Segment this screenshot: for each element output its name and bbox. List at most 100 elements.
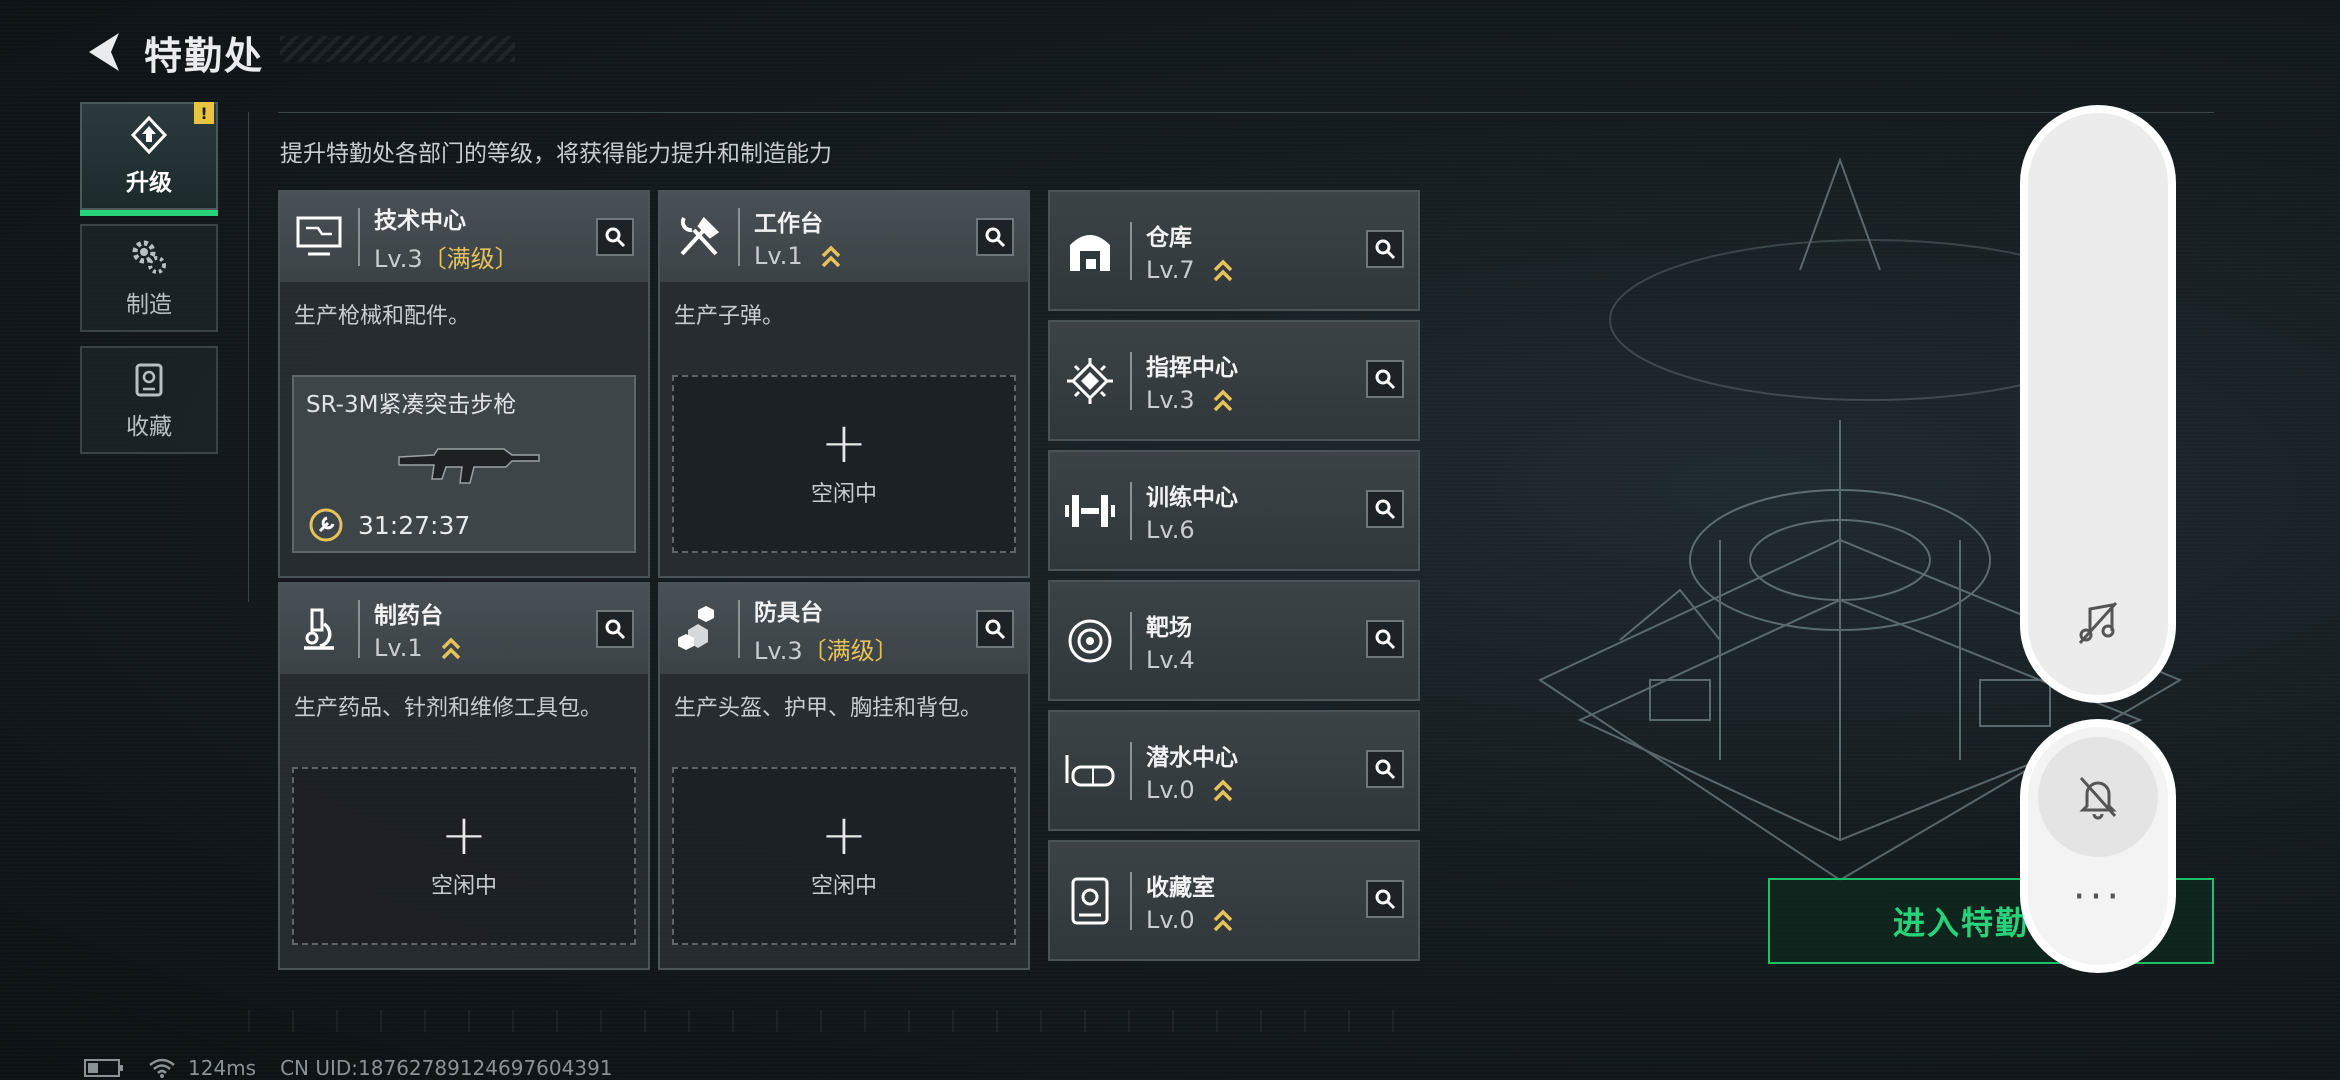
facility-card-shooting-range[interactable]: 靶场 Lv.4 [1048,580,1420,701]
facility-level: Lv.3 [754,636,803,665]
search-icon [1375,499,1396,520]
facility-name: 训练中心 [1146,484,1238,511]
facility-name: 收藏室 [1146,874,1215,901]
facility-level: Lv.6 [1146,515,1195,544]
crafting-timer: 31:27:37 [358,510,471,540]
facility-name: 潜水中心 [1146,744,1238,771]
search-icon [1375,889,1396,910]
inspect-button[interactable] [1366,620,1404,658]
wrench-timer-icon [309,508,343,542]
floating-panel-controls[interactable]: ··· [2028,727,2168,965]
facility-card-training-center[interactable]: 训练中心 Lv.6 [1048,450,1420,571]
upgrade-arrow-icon [1214,389,1233,411]
tab-craft[interactable]: 制造 [80,224,218,332]
rifle-image [398,448,540,484]
facility-level: Lv.1 [754,242,803,270]
max-level-tag: 〔满级〕 [802,636,899,665]
facility-card-tech-center[interactable]: 技术中心 Lv.3〔满级〕 生产枪械和配件。 SR-3M紧凑突击步枪 31:27… [278,190,650,578]
inspect-button[interactable] [596,218,634,256]
facility-card-diving-center[interactable]: 潜水中心 Lv.0 [1048,710,1420,831]
upgrade-arrow-icon [1214,259,1233,281]
search-icon [985,227,1006,248]
music-off-icon[interactable] [2074,599,2122,647]
facility-level: Lv.3 [1146,385,1195,414]
microscope-icon [304,608,334,650]
facility-name: 仓库 [1146,224,1192,251]
facility-level: Lv.7 [1146,255,1195,284]
back-button[interactable] [78,26,126,78]
upgrade-icon [130,115,168,155]
slot-status: 空闲中 [810,482,877,507]
upgrade-arrow-icon [1214,779,1233,801]
facility-name: 防具台 [754,599,823,626]
inspect-button[interactable] [976,218,1014,256]
add-icon: + [820,803,868,868]
cubes-icon [678,606,714,650]
collection-icon [135,363,163,397]
facility-name: 指挥中心 [1146,354,1238,381]
facility-description: 生产子弹。 [674,304,785,329]
inspect-button[interactable] [596,610,634,648]
search-icon [1375,369,1396,390]
add-icon: + [820,411,868,476]
search-icon [605,227,626,248]
crafting-slot[interactable]: SR-3M紧凑突击步枪 31:27:37 [292,375,636,553]
warehouse-icon [1070,234,1110,271]
divider [248,112,249,602]
floating-panel[interactable] [2028,113,2168,695]
facility-card-command-center[interactable]: 指挥中心 Lv.3 [1048,320,1420,441]
facility-level: Lv.1 [374,634,423,662]
inspect-button[interactable] [1366,490,1404,528]
bell-off-icon [2079,776,2117,820]
status-footer: 124ms CN UID:18762789124697604391 [84,1056,637,1080]
search-icon [605,619,626,640]
empty-production-slot[interactable]: + 空闲中 [672,375,1016,553]
crafting-item-name: SR-3M紧凑突击步枪 [306,392,517,418]
user-uid: CN UID:18762789124697604391 [280,1056,613,1080]
upgrade-arrow-icon [822,245,841,268]
alert-badge: ! [194,102,214,124]
facility-card-warehouse[interactable]: 仓库 Lv.7 [1048,190,1420,311]
facility-card-pharmacy[interactable]: 制药台 Lv.1 生产药品、针剂和维修工具包。 + 空闲中 [278,582,650,970]
inspect-button[interactable] [976,610,1014,648]
tab-upgrade-label: 升级 [126,170,172,196]
diving-mask-icon [1065,754,1115,786]
ping-value: 124ms [188,1056,257,1080]
facility-level: Lv.0 [1146,905,1195,934]
facility-card-collection-room[interactable]: 收藏室 Lv.0 [1048,840,1420,961]
wifi-icon [149,1058,175,1078]
inspect-button[interactable] [1366,360,1404,398]
facility-level: Lv.0 [1146,775,1195,804]
facility-card-armor-bench[interactable]: 防具台 Lv.3〔满级〕 生产头盔、护甲、胸挂和背包。 + 空闲中 [658,582,1030,970]
add-icon: + [440,803,488,868]
facility-card-workbench[interactable]: 工作台 Lv.1 生产子弹。 + 空闲中 [658,190,1030,578]
slot-status: 空闲中 [810,874,877,899]
facility-name: 制药台 [374,603,443,629]
inspect-button[interactable] [1366,750,1404,788]
computer-icon [296,216,342,256]
header: 特勤处 [78,22,264,82]
upgrade-arrow-icon [1214,909,1233,931]
facility-name: 技术中心 [374,207,466,234]
max-level-tag: 〔满级〕 [422,244,519,273]
title-decoration [280,36,515,62]
slot-status: 空闲中 [430,874,497,899]
inspect-button[interactable] [1366,880,1404,918]
tab-collection-label: 收藏 [126,414,172,440]
gears-icon [132,240,166,274]
search-icon [985,619,1006,640]
divider [278,112,2214,113]
battery-icon [84,1059,123,1077]
tab-craft-label: 制造 [126,292,172,318]
facility-name: 工作台 [754,211,823,237]
inspect-button[interactable] [1366,230,1404,268]
empty-production-slot[interactable]: + 空闲中 [672,767,1016,945]
search-icon [1375,629,1396,650]
mute-notifications-button[interactable] [2038,737,2158,857]
search-icon [1375,759,1396,780]
dumbbell-icon [1065,494,1115,527]
more-options-button[interactable]: ··· [2028,877,2168,917]
tab-collection[interactable]: 收藏 [80,346,218,454]
empty-production-slot[interactable]: + 空闲中 [292,767,636,945]
tab-upgrade[interactable]: ! 升级 [80,102,218,216]
